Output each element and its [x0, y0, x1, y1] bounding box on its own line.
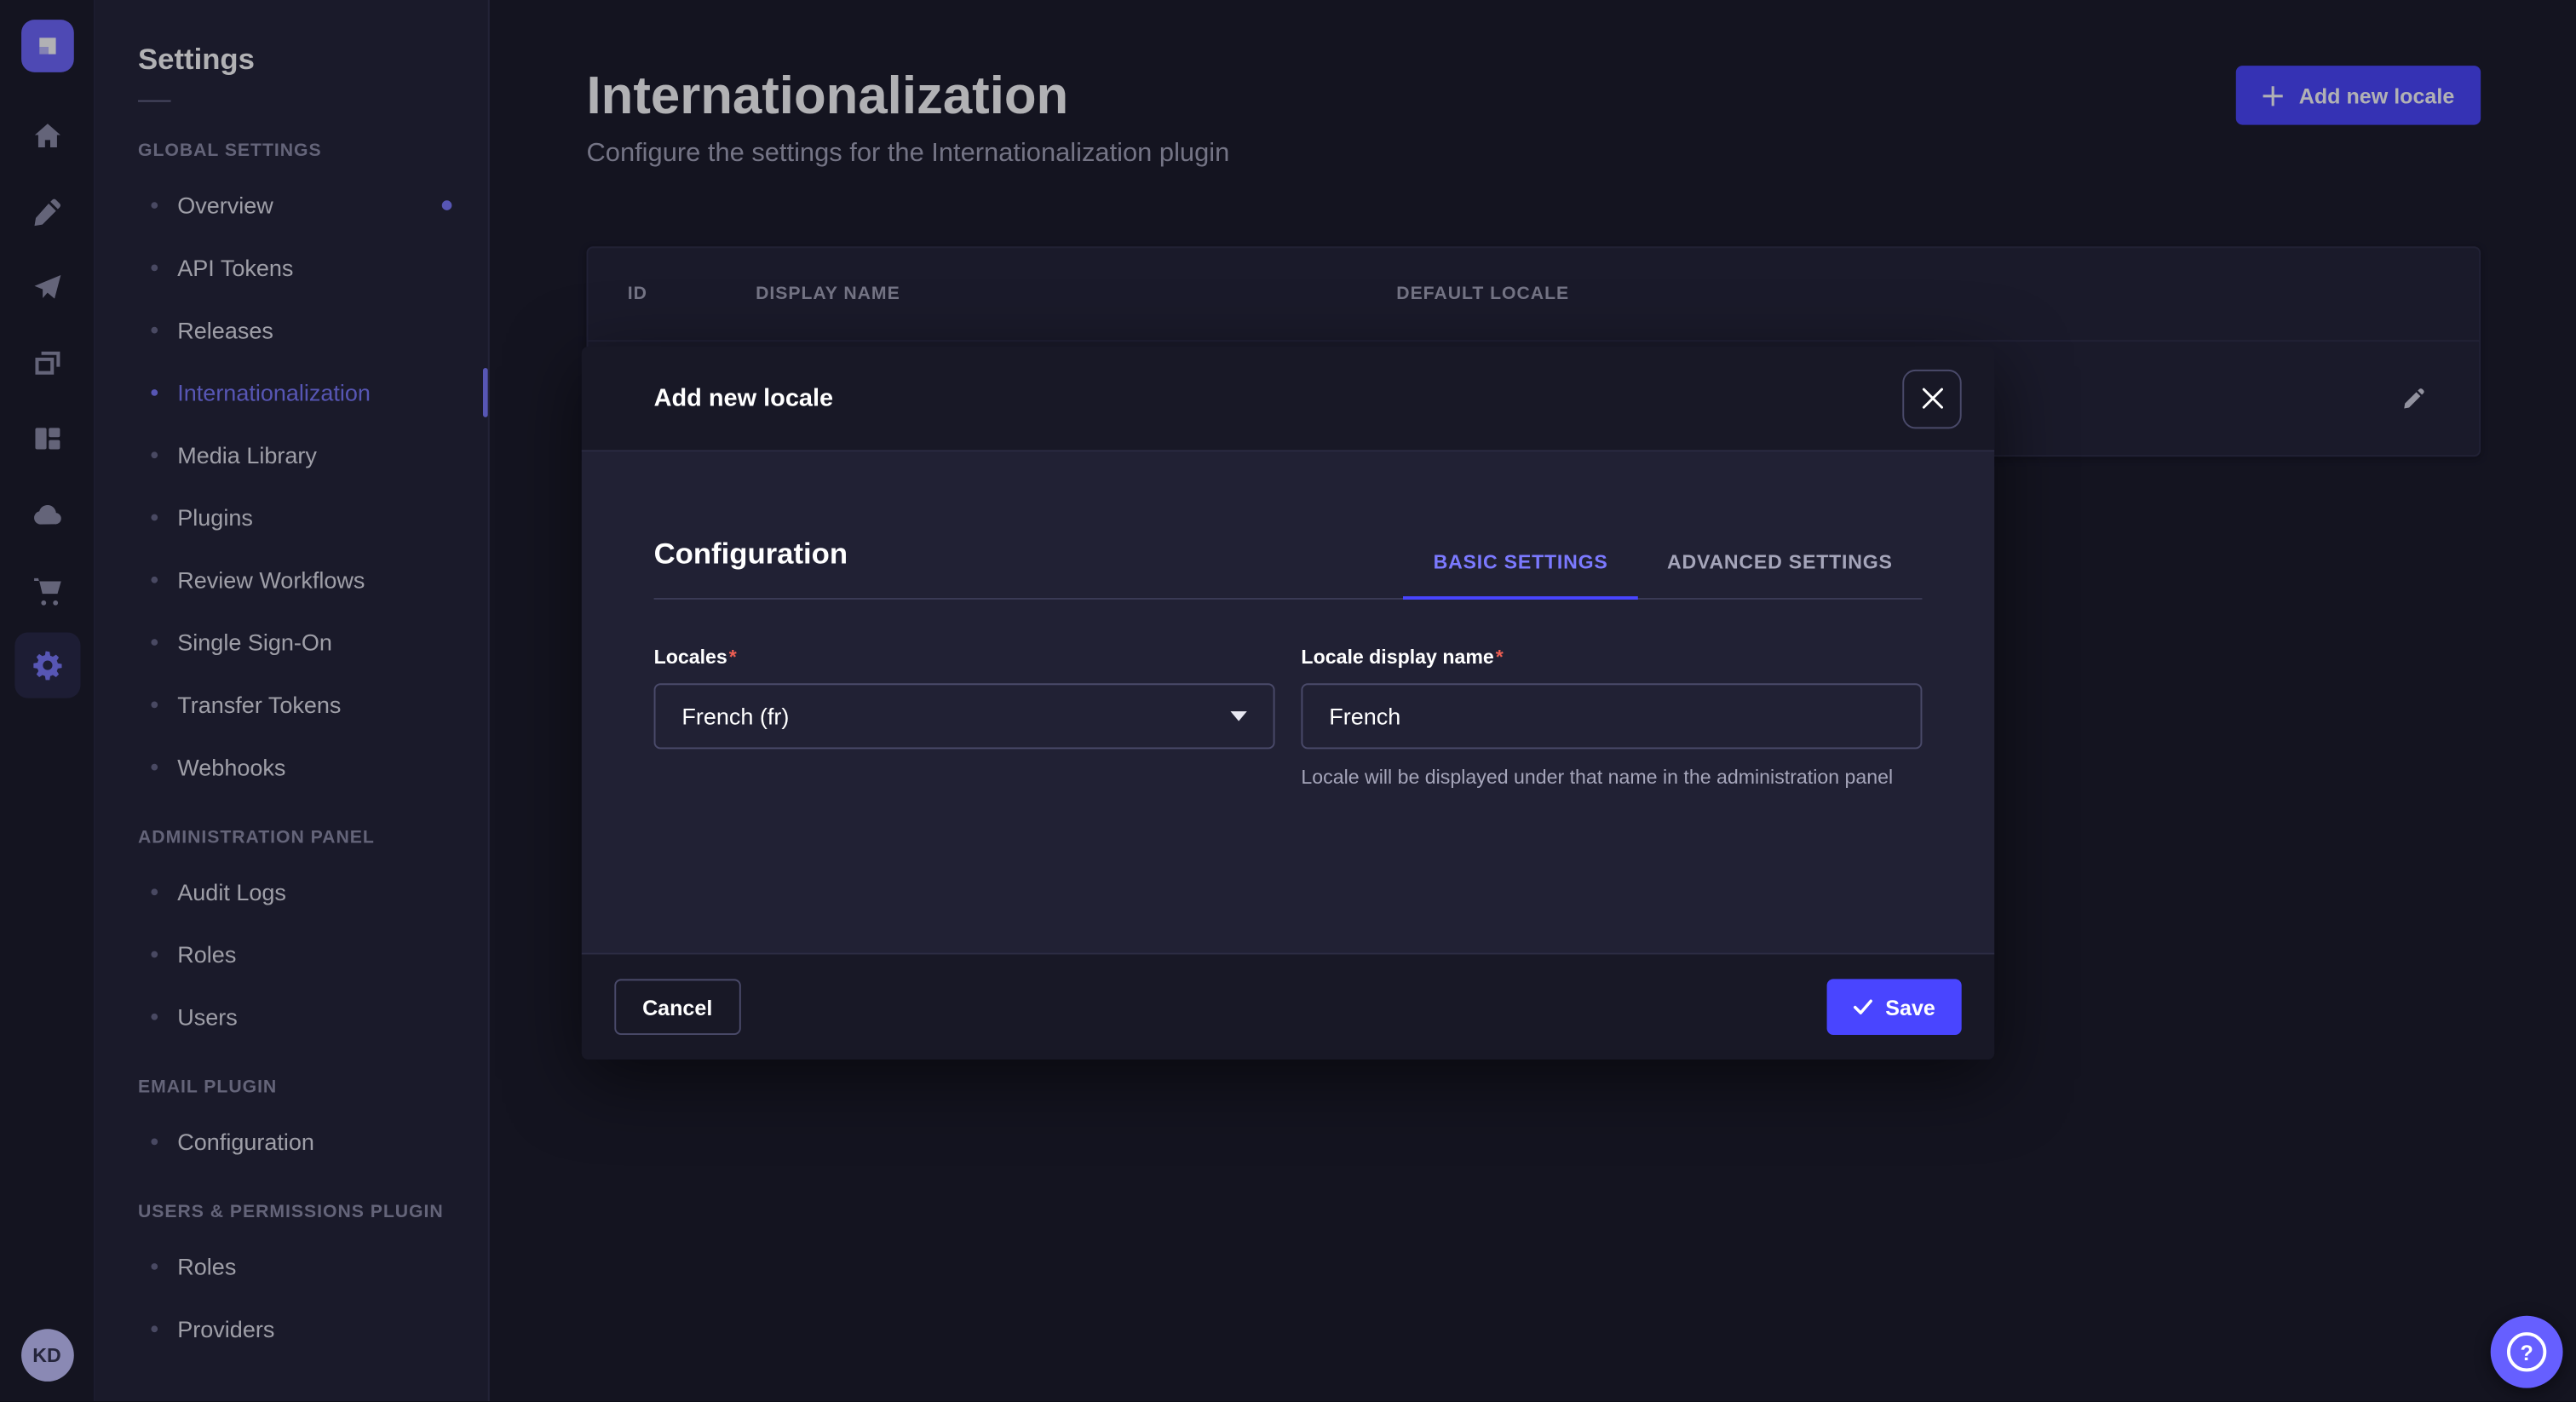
settings-tabs: BASIC SETTINGS ADVANCED SETTINGS	[1404, 550, 1923, 598]
question-mark-icon: ?	[2507, 1332, 2546, 1371]
locale-form: Locales* French (fr) Locale display name…	[654, 646, 1923, 792]
display-name-hint: Locale will be displayed under that name…	[1301, 764, 1922, 793]
locales-select[interactable]: French (fr)	[654, 683, 1275, 749]
locales-select-value: French (fr)	[681, 703, 789, 729]
display-name-label-text: Locale display name	[1301, 646, 1493, 669]
modal-header: Add new locale	[582, 347, 1995, 451]
save-button[interactable]: Save	[1826, 979, 1962, 1035]
chevron-down-icon	[1230, 711, 1246, 721]
tab-advanced-settings[interactable]: ADVANCED SETTINGS	[1637, 550, 1922, 598]
configuration-heading: Configuration	[654, 537, 848, 598]
locales-field: Locales* French (fr)	[654, 646, 1275, 792]
save-button-label: Save	[1885, 995, 1935, 1020]
modal-body: Configuration BASIC SETTINGS ADVANCED SE…	[582, 451, 1995, 952]
add-locale-modal: Add new locale Configuration BASIC SETTI…	[582, 347, 1995, 1060]
configuration-header: Configuration BASIC SETTINGS ADVANCED SE…	[654, 537, 1923, 600]
required-asterisk: *	[729, 646, 737, 669]
display-name-field: Locale display name* Locale will be disp…	[1301, 646, 1922, 792]
strapi-admin-app: KD Settings GLOBAL SETTINGS Overview API…	[0, 0, 2576, 1401]
help-fab[interactable]: ?	[2491, 1316, 2563, 1388]
display-name-input[interactable]	[1301, 683, 1922, 749]
display-name-label: Locale display name*	[1301, 646, 1922, 669]
locales-label: Locales*	[654, 646, 1275, 669]
modal-title: Add new locale	[654, 384, 834, 412]
locales-label-text: Locales	[654, 646, 727, 669]
tab-basic-settings[interactable]: BASIC SETTINGS	[1404, 550, 1637, 600]
required-asterisk: *	[1496, 646, 1504, 669]
close-icon	[1921, 388, 1942, 409]
modal-close-button[interactable]	[1902, 369, 1961, 428]
modal-footer: Cancel Save	[582, 953, 1995, 1060]
cancel-button[interactable]: Cancel	[614, 979, 740, 1035]
check-icon	[1853, 999, 1872, 1015]
